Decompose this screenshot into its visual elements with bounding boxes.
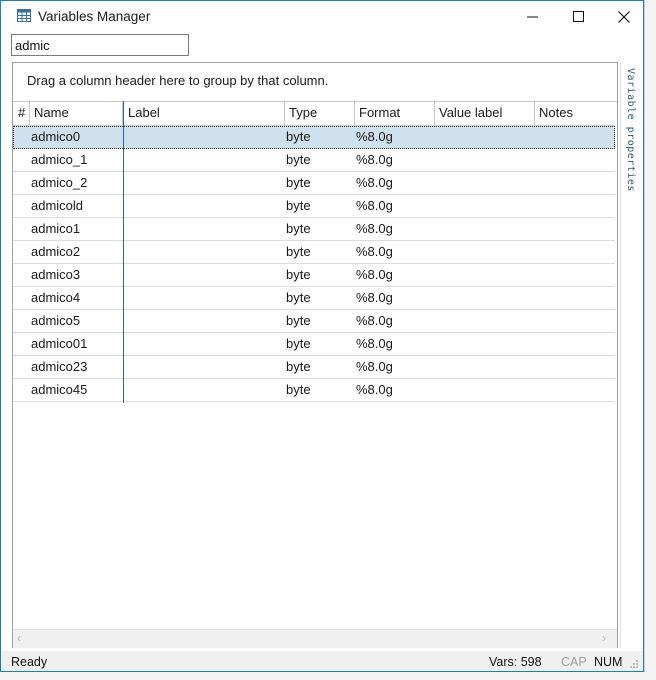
column-header-value-label[interactable]: Value label [435, 101, 535, 125]
table-row[interactable]: admico4 byte %8.0g [13, 287, 615, 310]
row-format: %8.0g [356, 152, 393, 167]
maximize-button[interactable] [555, 1, 601, 32]
background-window-edge [644, 0, 656, 680]
row-type: byte [286, 336, 311, 351]
table-row[interactable]: admico1 byte %8.0g [13, 218, 615, 241]
background-window-bottom [0, 672, 656, 680]
row-name: admicold [31, 198, 84, 213]
row-format: %8.0g [356, 198, 393, 213]
table-row[interactable]: admico45 byte %8.0g [13, 379, 615, 402]
row-type: byte [286, 244, 311, 259]
row-format: %8.0g [356, 290, 393, 305]
caps-lock-indicator: CAP [561, 655, 587, 669]
group-by-panel[interactable]: Drag a column header here to group by th… [13, 63, 617, 102]
row-type: byte [286, 129, 311, 144]
horizontal-scrollbar[interactable]: ‹ › [13, 629, 617, 648]
row-type: byte [286, 382, 311, 397]
name-column-divider[interactable] [123, 101, 124, 403]
table-row[interactable]: admico2 byte %8.0g [13, 241, 615, 264]
table-row[interactable]: admicold byte %8.0g [13, 195, 615, 218]
variables-grid: Drag a column header here to group by th… [12, 62, 618, 648]
row-name: admico23 [31, 359, 88, 374]
minimize-button[interactable] [509, 1, 555, 32]
vars-count: Vars: 598 [489, 655, 542, 669]
row-format: %8.0g [356, 359, 393, 374]
status-bar: Ready Vars: 598 CAP NUM [1, 651, 643, 671]
group-by-hint: Drag a column header here to group by th… [27, 73, 329, 88]
row-type: byte [286, 359, 311, 374]
row-name: admico01 [31, 336, 88, 351]
close-icon [618, 10, 630, 23]
table-row[interactable]: admico01 byte %8.0g [13, 333, 615, 356]
row-name: admico5 [31, 313, 81, 328]
minimize-icon [526, 16, 538, 18]
table-row[interactable]: admico_2 byte %8.0g [13, 172, 615, 195]
row-type: byte [286, 152, 311, 167]
row-format: %8.0g [356, 129, 393, 144]
scroll-right-icon[interactable]: › [602, 631, 606, 645]
num-lock-indicator: NUM [594, 655, 623, 669]
row-format: %8.0g [356, 336, 393, 351]
status-text: Ready [11, 655, 48, 669]
row-format: %8.0g [356, 175, 393, 190]
row-type: byte [286, 175, 311, 190]
column-header-notes[interactable]: Notes [535, 101, 615, 125]
column-header-format[interactable]: Format [355, 101, 435, 125]
column-header-name[interactable]: Name [30, 101, 123, 125]
row-type: byte [286, 221, 311, 236]
row-name: admico3 [31, 267, 81, 282]
column-header-row: # Name Label Type Format Value label Not… [13, 101, 615, 126]
window-title: Variables Manager [38, 9, 151, 24]
title-bar[interactable]: Variables Manager [1, 1, 643, 32]
row-name: admico2 [31, 244, 81, 259]
table-row[interactable]: admico23 byte %8.0g [13, 356, 615, 379]
scroll-left-icon[interactable]: ‹ [17, 631, 21, 645]
row-format: %8.0g [356, 221, 393, 236]
table-row[interactable]: admico3 byte %8.0g [13, 264, 615, 287]
variable-filter-input[interactable] [11, 34, 189, 56]
row-type: byte [286, 198, 311, 213]
row-name: admico45 [31, 382, 88, 397]
variable-properties-tab[interactable]: Variable properties [620, 62, 643, 648]
variable-properties-label: Variable properties [625, 68, 636, 192]
row-name: admico_1 [31, 152, 88, 167]
table-icon [17, 9, 31, 22]
row-type: byte [286, 290, 311, 305]
row-name: admico1 [31, 221, 81, 236]
table-row[interactable]: admico5 byte %8.0g [13, 310, 615, 333]
maximize-icon [572, 11, 584, 22]
row-name: admico0 [31, 129, 81, 144]
column-header-number[interactable]: # [13, 101, 30, 125]
column-header-type[interactable]: Type [285, 101, 355, 125]
close-button[interactable] [601, 1, 647, 32]
resize-grip-icon[interactable] [629, 659, 639, 669]
row-type: byte [286, 267, 311, 282]
row-format: %8.0g [356, 244, 393, 259]
table-row[interactable]: admico0 byte %8.0g [13, 126, 615, 149]
row-type: byte [286, 313, 311, 328]
row-format: %8.0g [356, 382, 393, 397]
variables-manager-window: Variables Manager Drag a column header h… [0, 0, 644, 672]
row-format: %8.0g [356, 313, 393, 328]
column-header-label[interactable]: Label [124, 101, 285, 125]
row-format: %8.0g [356, 267, 393, 282]
row-name: admico4 [31, 290, 81, 305]
row-name: admico_2 [31, 175, 88, 190]
table-row[interactable]: admico_1 byte %8.0g [13, 149, 615, 172]
